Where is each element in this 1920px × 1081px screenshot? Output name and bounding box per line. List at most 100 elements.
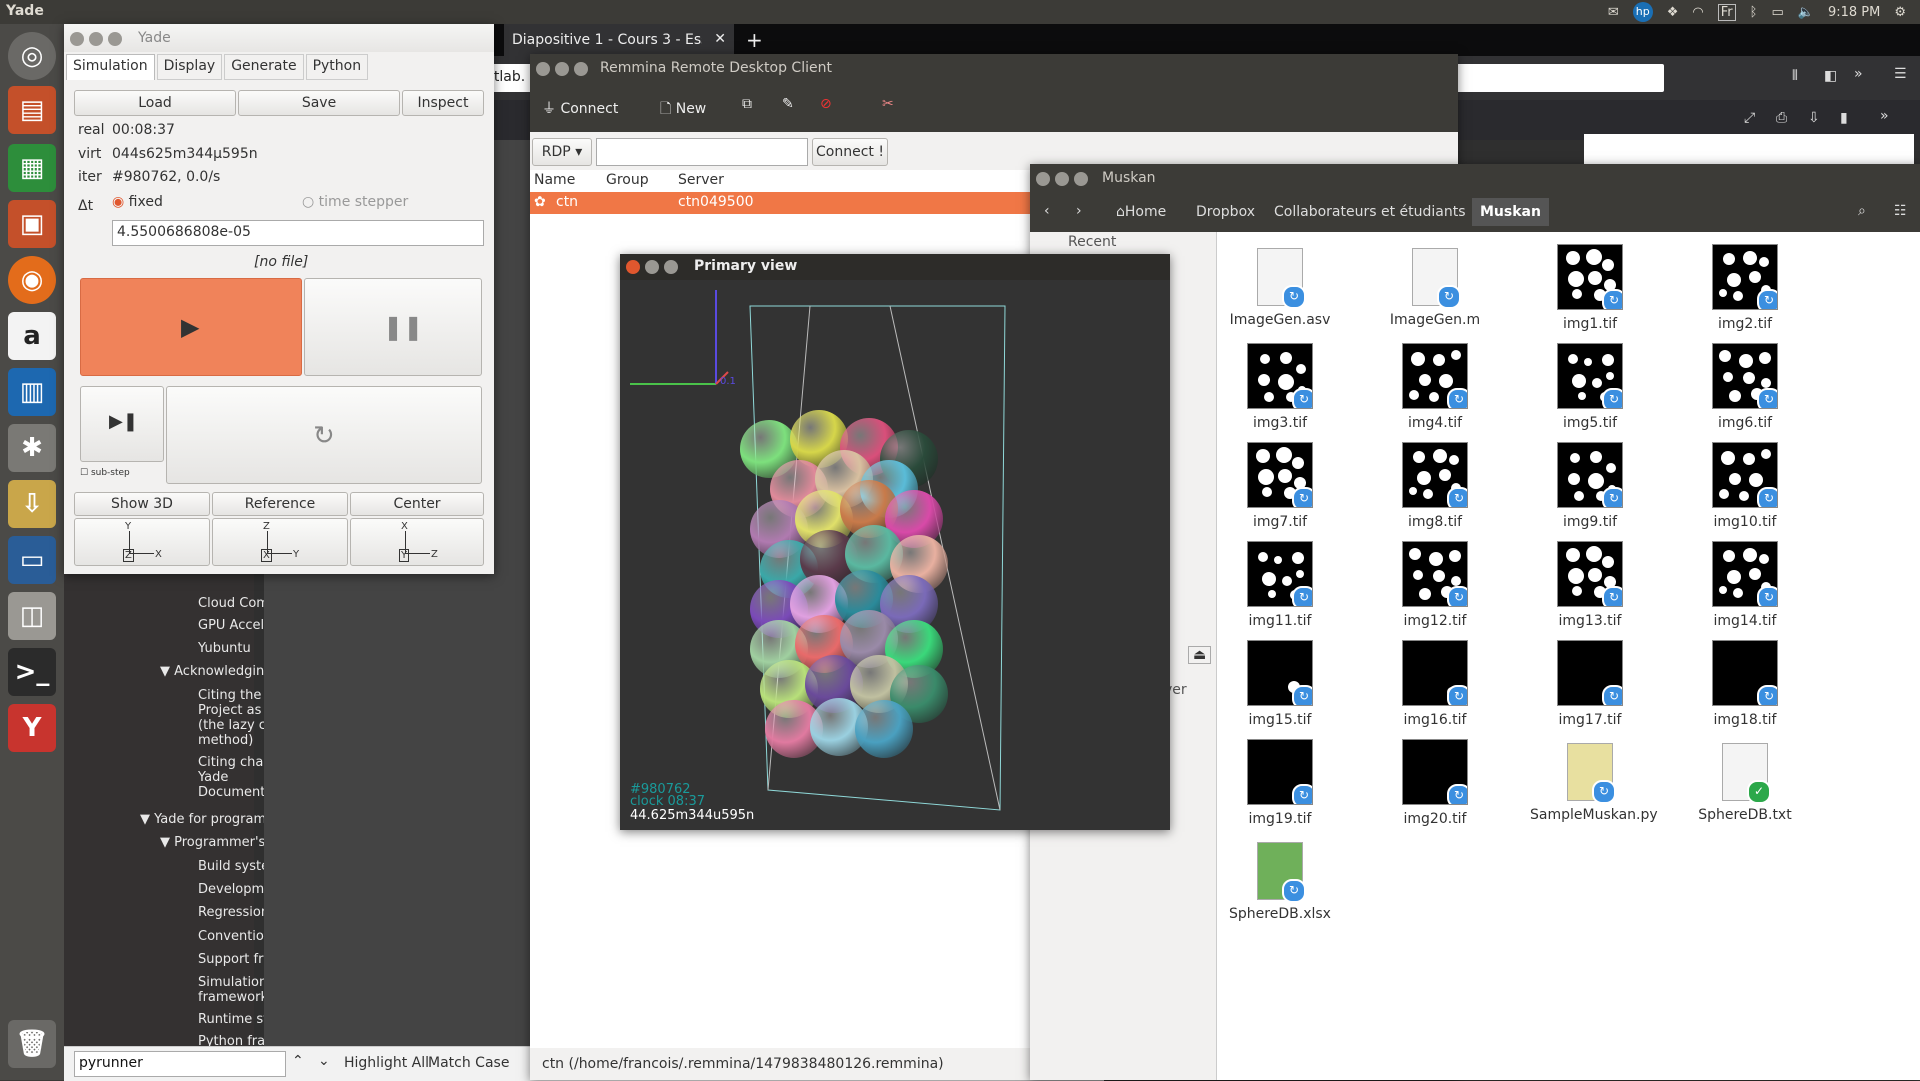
firefox-icon[interactable]: ◉: [8, 256, 56, 304]
show3d-button[interactable]: Show 3D: [74, 492, 210, 516]
file-item[interactable]: ↻ img10.tif: [1685, 442, 1805, 530]
fullscreen-icon[interactable]: ⤢: [1744, 110, 1755, 126]
step-button[interactable]: ▶❚: [80, 386, 164, 462]
trash-icon[interactable]: 🗑: [8, 1020, 56, 1068]
substep-checkbox[interactable]: ☐ sub-step: [80, 468, 130, 478]
crumb-home[interactable]: ⌂Home: [1116, 204, 1166, 220]
eject-icon[interactable]: ⏏: [1188, 646, 1212, 664]
crumb-collab[interactable]: Collaborateurs et étudiants: [1274, 204, 1466, 220]
download-icon[interactable]: ⇩: [8, 480, 56, 528]
edit-icon[interactable]: ✎: [782, 96, 794, 112]
delete-icon[interactable]: ⊘: [820, 96, 832, 112]
fixed-radio[interactable]: ◉ fixed: [112, 194, 163, 210]
file-item[interactable]: ↻ img9.tif: [1530, 442, 1650, 530]
browser-tab[interactable]: Diapositive 1 - Cours 3 - Ess ✕: [504, 24, 734, 56]
sidebar-icon[interactable]: ◧: [1824, 68, 1837, 84]
reference-button[interactable]: Reference: [212, 492, 348, 516]
minimize-icon[interactable]: [645, 260, 659, 274]
library-icon[interactable]: ⫴: [1792, 68, 1798, 84]
nav-item[interactable]: Simulation framework: [198, 975, 268, 1005]
minimize-icon[interactable]: [555, 62, 569, 76]
file-item[interactable]: ↻ img8.tif: [1375, 442, 1495, 530]
nav-item[interactable]: Yubuntu: [198, 641, 251, 656]
tab-generate[interactable]: Generate: [224, 54, 304, 80]
sidebar-item-recent[interactable]: Recent: [1068, 234, 1116, 250]
overflow-icon[interactable]: »: [1854, 66, 1863, 82]
bookmark-icon[interactable]: ▮: [1840, 110, 1848, 126]
file-item[interactable]: ↻ SphereDB.xlsx: [1220, 838, 1340, 922]
file-manager-icon[interactable]: ▤: [8, 86, 56, 134]
print-icon[interactable]: ⎙: [1776, 110, 1787, 126]
close-tab-icon[interactable]: ✕: [714, 31, 726, 47]
settings-icon[interactable]: ✱: [8, 424, 56, 472]
dt-input[interactable]: 4.5500686808e-05: [112, 220, 484, 246]
view-axis-button[interactable]: XYZ: [350, 518, 484, 566]
file-item[interactable]: ↻ img7.tif: [1220, 442, 1340, 530]
writer-icon[interactable]: ▥: [8, 368, 56, 416]
minimize-icon[interactable]: [1055, 172, 1069, 186]
close-icon[interactable]: [70, 32, 84, 46]
back-icon[interactable]: ‹: [1044, 203, 1050, 219]
view-menu-icon[interactable]: ☷: [1894, 203, 1907, 219]
column-name[interactable]: Name: [534, 172, 575, 188]
file-item[interactable]: ↻ img4.tif: [1375, 343, 1495, 431]
crumb-dropbox[interactable]: Dropbox: [1196, 204, 1255, 220]
file-item[interactable]: ↻ SampleMuskan.py: [1530, 739, 1658, 823]
volume-icon[interactable]: 🔈: [1798, 5, 1814, 20]
tab-simulation[interactable]: Simulation: [66, 54, 155, 80]
terminal-icon[interactable]: >_: [8, 648, 56, 696]
hp-icon[interactable]: hp: [1632, 2, 1653, 22]
disk-icon[interactable]: ◫: [8, 592, 56, 640]
battery-icon[interactable]: ▭: [1771, 5, 1783, 20]
find-prev-icon[interactable]: ⌃: [292, 1053, 304, 1069]
highlight-all-toggle[interactable]: Highlight All: [344, 1055, 429, 1071]
save-icon[interactable]: ⇩: [1808, 110, 1820, 126]
close-icon[interactable]: [626, 260, 640, 274]
file-item[interactable]: ↻ ImageGen.asv: [1220, 244, 1340, 328]
find-next-icon[interactable]: ⌄: [318, 1053, 330, 1069]
time-stepper-radio[interactable]: ○ time stepper: [302, 194, 408, 210]
file-item[interactable]: ↻ img13.tif: [1530, 541, 1650, 629]
yade-icon[interactable]: Y: [8, 704, 56, 752]
column-server[interactable]: Server: [678, 172, 724, 188]
find-input[interactable]: pyrunner: [74, 1051, 286, 1077]
file-item[interactable]: ↻ img15.tif: [1220, 640, 1340, 728]
file-item[interactable]: ↻ img16.tif: [1375, 640, 1495, 728]
load-button[interactable]: Load: [74, 90, 236, 116]
inspect-button[interactable]: Inspect: [402, 90, 484, 116]
connect-button[interactable]: ⏚ Connect: [542, 98, 618, 118]
file-item[interactable]: ↻ ImageGen.m: [1375, 244, 1495, 328]
file-item[interactable]: ↻ img19.tif: [1220, 739, 1340, 827]
copy-icon[interactable]: ⧉: [742, 96, 752, 112]
file-item[interactable]: ↻ img2.tif: [1685, 244, 1805, 332]
view-axis-button[interactable]: ZXY: [212, 518, 348, 566]
tools-icon[interactable]: »: [1880, 108, 1889, 124]
new-tab-icon[interactable]: +: [746, 28, 763, 52]
chat-icon[interactable]: ✉: [1608, 5, 1619, 20]
forward-icon[interactable]: ›: [1076, 203, 1082, 219]
center-button[interactable]: Center: [350, 492, 484, 516]
column-group[interactable]: Group: [606, 172, 649, 188]
match-case-toggle[interactable]: Match Case: [428, 1055, 509, 1071]
quick-connect-button[interactable]: Connect !: [812, 138, 888, 166]
file-item[interactable]: ↻ img5.tif: [1530, 343, 1650, 431]
close-icon[interactable]: [536, 62, 550, 76]
keyboard-layout[interactable]: Fr: [1717, 3, 1736, 21]
file-item[interactable]: ↻ img6.tif: [1685, 343, 1805, 431]
search-icon[interactable]: ⌕: [1858, 203, 1866, 219]
file-item[interactable]: ↻ img14.tif: [1685, 541, 1805, 629]
crumb-muskan[interactable]: Muskan: [1472, 198, 1549, 226]
file-item[interactable]: ↻ img3.tif: [1220, 343, 1340, 431]
file-item[interactable]: ↻ img1.tif: [1530, 244, 1650, 332]
gear-icon[interactable]: ⚙: [1894, 5, 1906, 20]
dropbox-icon[interactable]: ❖: [1667, 5, 1679, 20]
presentation-icon[interactable]: ▣: [8, 200, 56, 248]
maximize-icon[interactable]: [664, 260, 678, 274]
view-axis-button[interactable]: YZX: [74, 518, 210, 566]
remote-desktop-icon[interactable]: ▭: [8, 536, 56, 584]
file-item[interactable]: ↻ img20.tif: [1375, 739, 1495, 827]
wifi-icon[interactable]: ◠: [1692, 5, 1703, 20]
close-icon[interactable]: [1036, 172, 1050, 186]
clock[interactable]: 9:18 PM: [1828, 5, 1880, 20]
spreadsheet-icon[interactable]: ▦: [8, 144, 56, 192]
